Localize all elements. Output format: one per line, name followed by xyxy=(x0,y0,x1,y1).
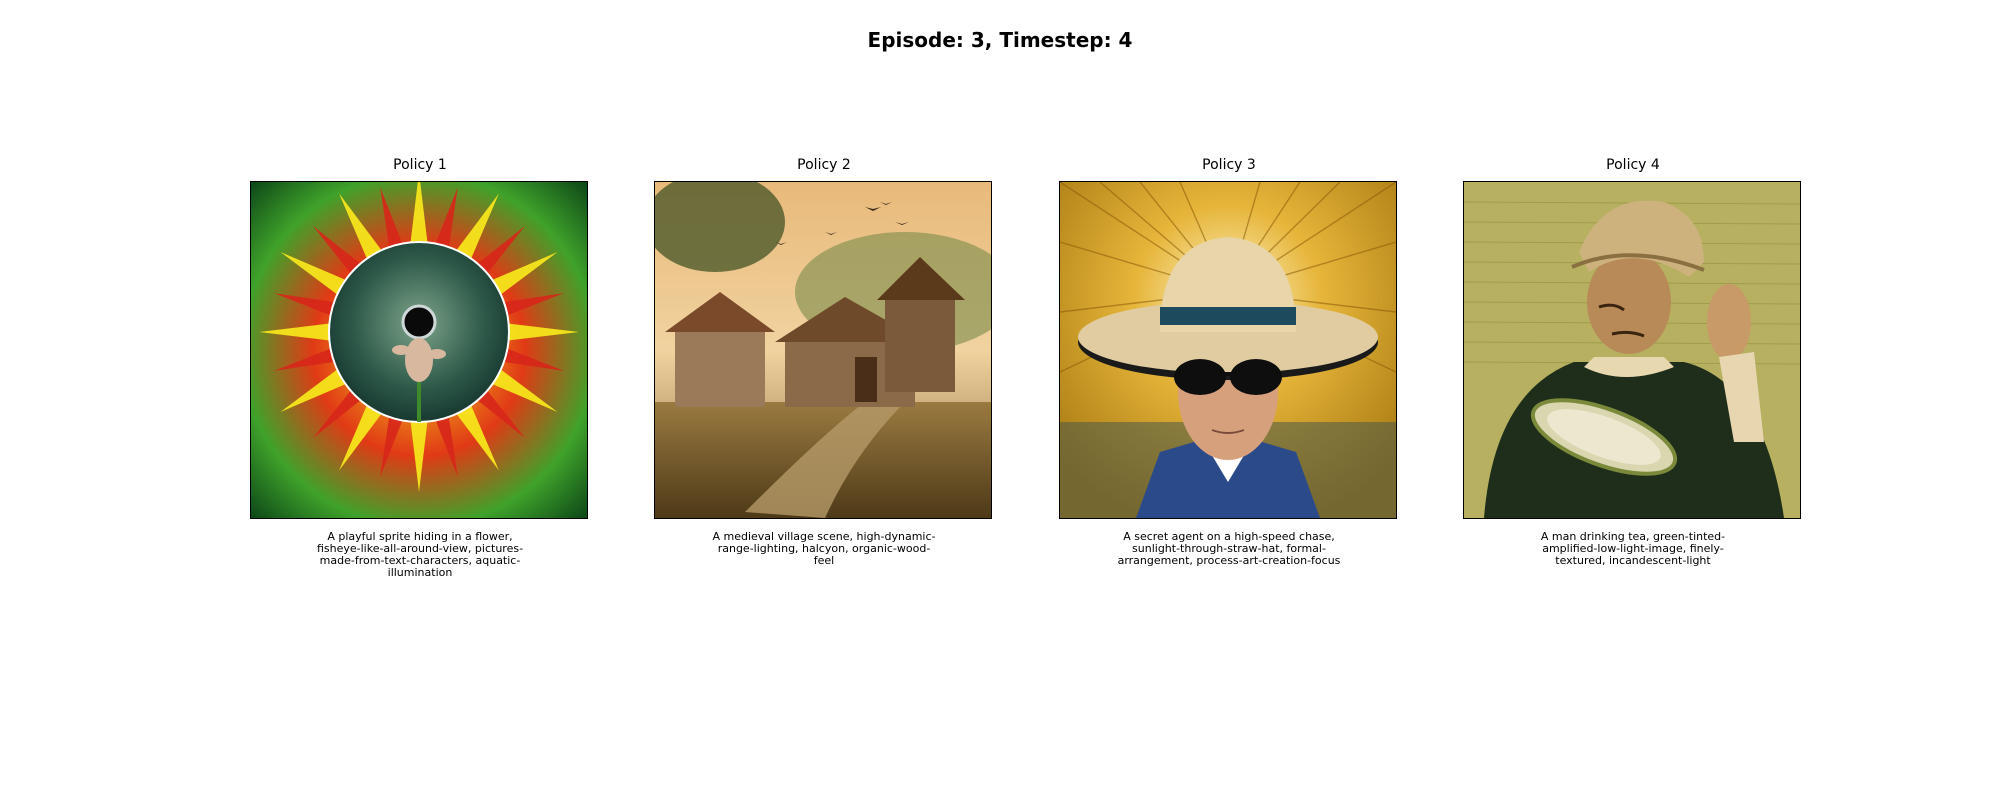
panel-caption: A man drinking tea, green-tinted-amplifi… xyxy=(1540,530,1726,567)
panel-caption: A medieval village scene, high-dynamic-r… xyxy=(712,530,936,567)
policy-4-image xyxy=(1463,181,1801,519)
panel-caption: A playful sprite hiding in a flower, fis… xyxy=(316,530,524,579)
policy-panel-4: Policy 4 A man drinking tea, green-tinte… xyxy=(1463,155,1803,567)
panel-title: Policy 3 xyxy=(1202,157,1256,173)
panel-title: Policy 1 xyxy=(393,157,447,173)
policy-panel-1: Policy 1 A playful sprite hiding in a fl… xyxy=(250,155,590,579)
policy-2-image xyxy=(654,181,992,519)
panel-title: Policy 2 xyxy=(797,157,851,173)
policy-3-image xyxy=(1059,181,1397,519)
policy-panel-3: Policy 3 A secret agent on a high-speed … xyxy=(1059,155,1399,567)
policy-1-image xyxy=(250,181,588,519)
figure-title: Episode: 3, Timestep: 4 xyxy=(867,28,1133,52)
panel-title: Policy 4 xyxy=(1606,157,1660,173)
policy-panel-2: Policy 2 A medieval village scene, high-… xyxy=(654,155,994,567)
panel-caption: A secret agent on a high-speed chase, su… xyxy=(1117,530,1341,567)
